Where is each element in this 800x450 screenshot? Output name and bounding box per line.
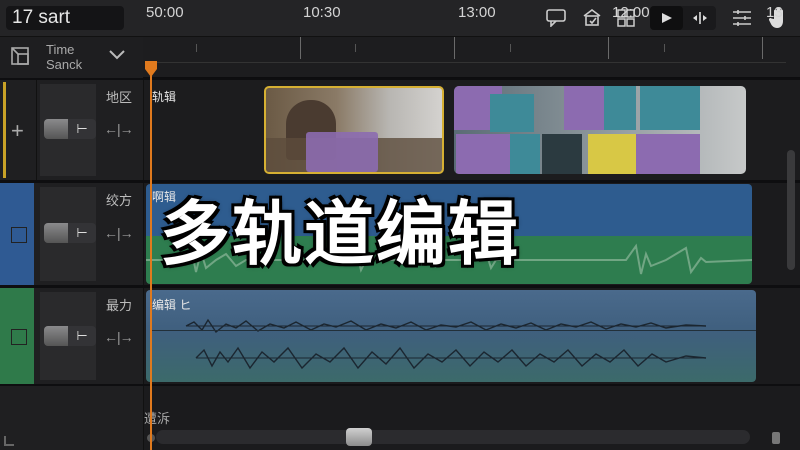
drag-handle-icon[interactable]: ←|→ [104,121,134,137]
clip-tile [636,134,700,174]
track-enable-toggle[interactable]: ⊢ [44,119,96,139]
track-color-fill [3,82,6,178]
track-select-checkbox[interactable] [11,329,27,345]
clip-tile [640,86,700,130]
clip-tile [542,134,582,174]
vertical-scrollbar[interactable] [787,150,795,270]
drag-handle-icon[interactable]: ←|→ [104,329,134,345]
footer-label: 遭泝 [144,411,171,426]
clip-overlay-purple [306,132,378,172]
overlay-title: 多轨道编辑 [160,193,520,275]
ruler-label: 13 [766,4,783,21]
ruler-label: 13:00 [458,4,496,21]
clip-tile [456,134,510,174]
scroll-right-icon[interactable] [772,432,780,444]
drag-handle-icon[interactable]: ←|→ [104,225,134,241]
list-icon[interactable] [730,6,754,30]
horizontal-scrollbar[interactable] [156,430,750,444]
toggle-knob [44,119,68,139]
project-name-field[interactable]: 17 sart [6,6,124,30]
audio-waveform [185,318,707,370]
video-clip[interactable] [454,86,746,174]
ruler-tick [762,37,763,59]
track-color-bar [3,82,6,178]
ruler-label: 50:00 [146,4,184,21]
ruler-label: 10:30 [303,4,341,21]
split-icon[interactable] [683,6,716,30]
edit-mode-segmented-control [650,6,716,30]
horizontal-scroll-thumb[interactable] [346,428,372,446]
ruler-tick [355,44,356,52]
share-icon[interactable] [580,6,604,30]
time-scale-label: Time Sanck [46,42,83,72]
clip-tile [510,134,540,174]
flag-icon[interactable] [650,6,683,30]
clip-tile [490,94,534,132]
split-icon: ⊢ [76,328,88,343]
comment-icon[interactable] [544,6,568,30]
toggle-knob [44,326,68,346]
split-icon: ⊢ [76,225,88,240]
clip-tile [564,86,608,130]
ruler-tick [608,37,609,59]
clip-tile [588,134,636,174]
layout-toggle-icon[interactable] [10,46,30,71]
ruler-baseline [156,62,786,63]
clip-label: 编辑 ヒ [152,298,192,312]
track-enable-toggle[interactable]: ⊢ [44,326,96,346]
audio-clip[interactable] [146,290,756,382]
ruler-tick [664,44,665,52]
playhead-marker-icon[interactable] [144,60,158,83]
video-clip-selected[interactable] [264,86,444,174]
toggle-knob [44,223,68,243]
clip-divider [150,330,756,331]
playhead-line[interactable] [150,62,152,450]
split-icon: ⊢ [76,121,88,136]
footer-header [0,386,143,450]
ruler-tick [196,44,197,52]
add-icon[interactable]: + [11,118,24,144]
track-label: 地区 [106,90,133,105]
ruler-tick [454,37,455,59]
ruler-tick [300,37,301,59]
track-header-divider [36,80,37,180]
track-label: 绞方 [106,193,133,208]
clip-label: 轨辑 [152,90,177,104]
timeline-ruler[interactable] [143,37,800,78]
track-select-checkbox[interactable] [11,227,27,243]
chevron-down-icon[interactable] [108,48,126,66]
ruler-label: 12:00 [612,4,650,21]
corner-resize-icon[interactable] [4,436,14,446]
clip-tile [604,86,636,130]
track-enable-toggle[interactable]: ⊢ [44,223,96,243]
track-label: 最力 [106,298,133,313]
ruler-tick [510,44,511,52]
